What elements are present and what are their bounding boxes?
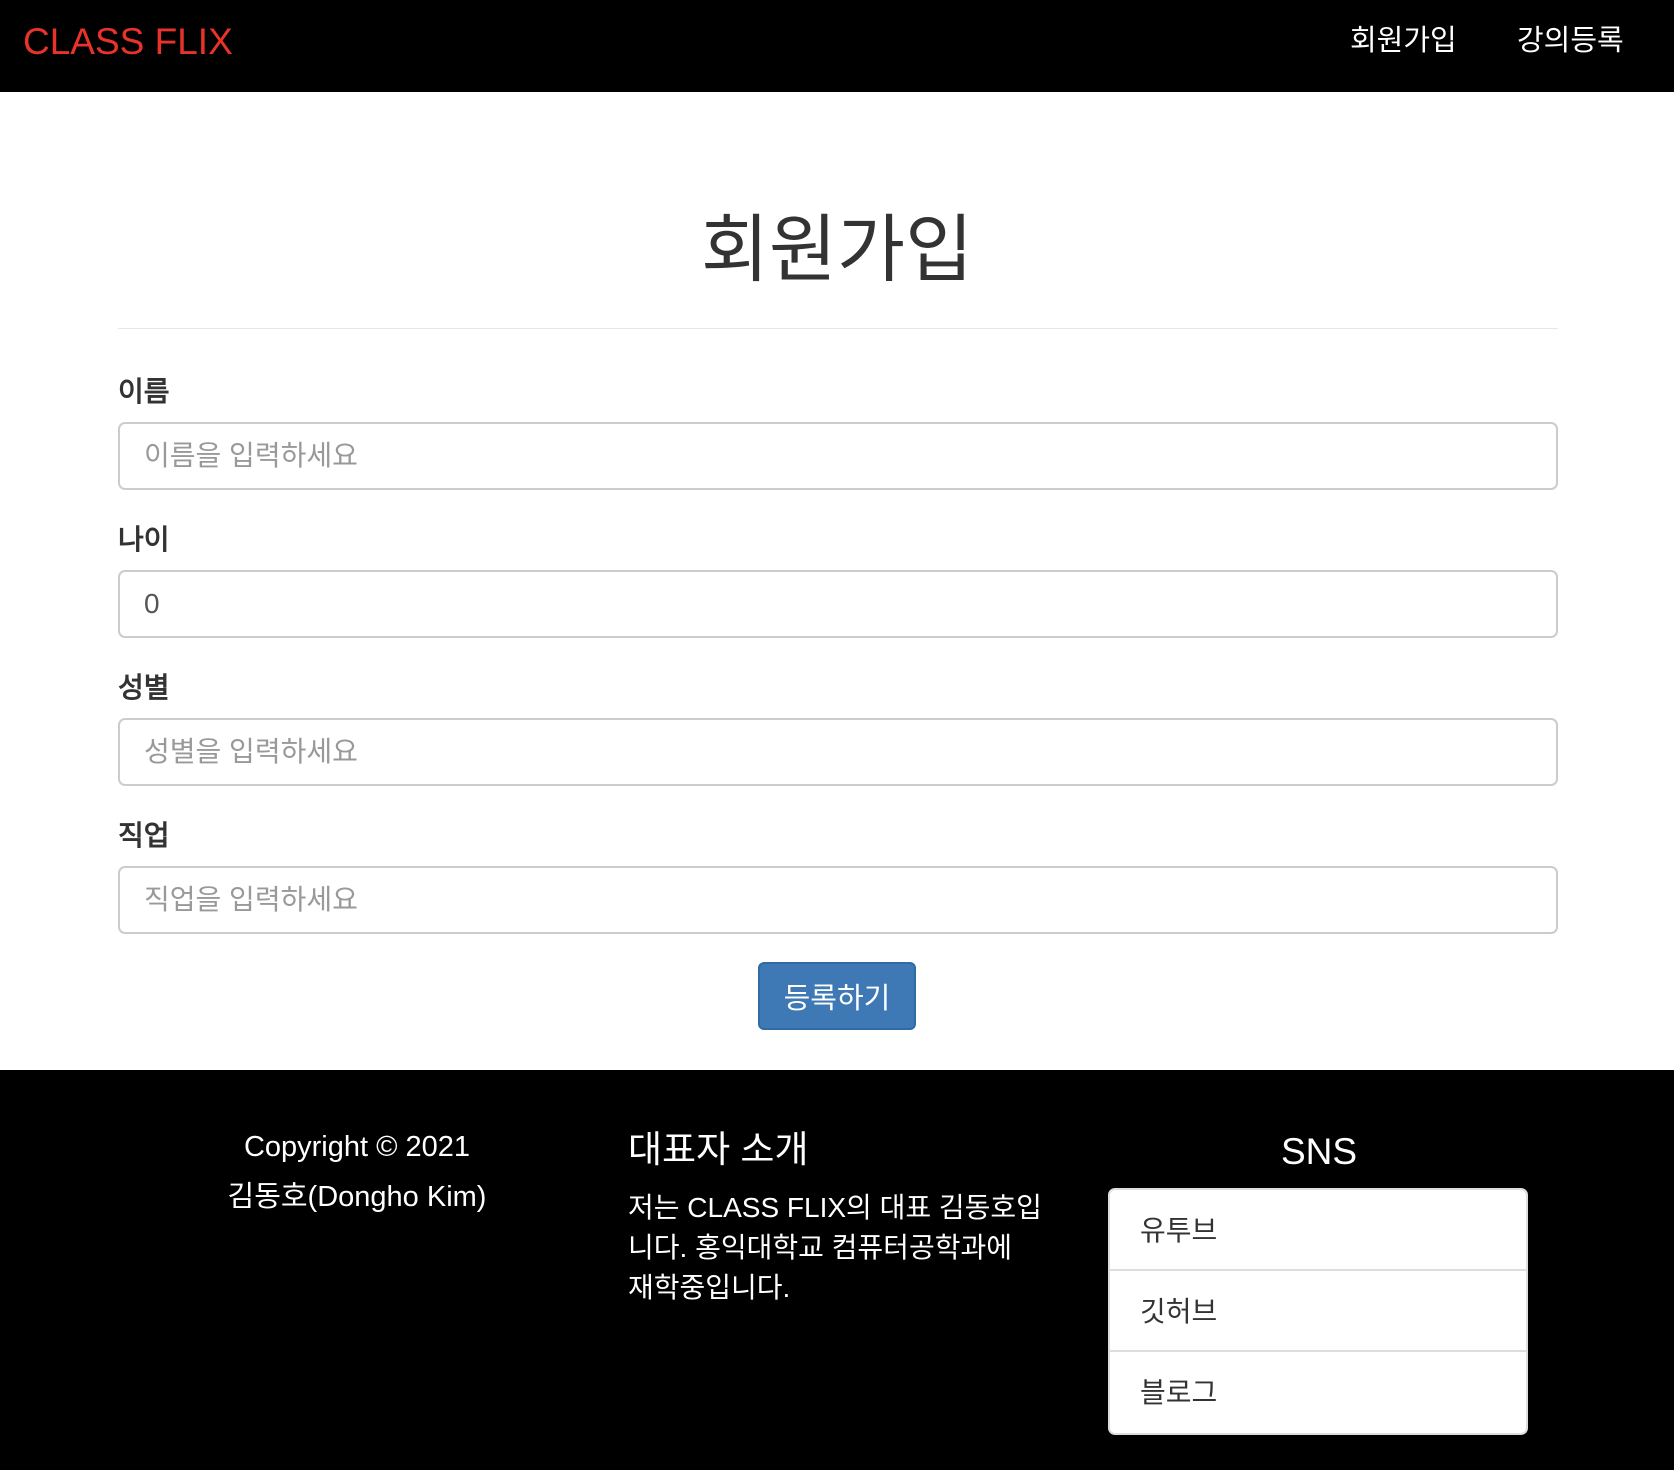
age-input[interactable] [118,570,1558,638]
copyright-block: Copyright © 2021 김동호(Dongho Kim) [200,1122,514,1222]
brand-logo-link[interactable]: CLASS FLIX [23,18,233,66]
copyright-author: 김동호(Dongho Kim) [227,1181,487,1213]
nav-link-signup[interactable]: 회원가입 [1350,20,1457,62]
nav-link-course-register[interactable]: 강의등록 [1517,20,1624,62]
about-text: 저는 CLASS FLIX의 대표 김동호입니다. 홍익대학교 컴퓨터공학과에 … [628,1192,1042,1303]
navbar: CLASS FLIX 회원가입 강의등록 [0,0,1674,92]
about-title: 대표자 소개 [628,1129,809,1170]
sns-item-youtube[interactable]: 유투브 [1110,1190,1526,1271]
title-divider [118,328,1558,329]
name-label: 이름 [118,376,170,407]
sns-item-blog[interactable]: 블로그 [1110,1352,1526,1433]
register-submit-button[interactable]: 등록하기 [758,962,916,1030]
gender-input[interactable] [118,718,1558,786]
sns-title: SNS [1280,1131,1358,1172]
gender-label: 성별 [118,672,170,703]
job-input[interactable] [118,866,1558,934]
name-input[interactable] [118,422,1558,490]
page-title: 회원가입 [700,208,974,291]
sns-list: 유투브 깃허브 블로그 [1108,1188,1528,1435]
job-label: 직업 [118,820,170,851]
sns-item-github[interactable]: 깃허브 [1110,1271,1526,1352]
age-label: 나이 [118,524,170,555]
copyright-text: Copyright © 2021 [243,1131,471,1163]
